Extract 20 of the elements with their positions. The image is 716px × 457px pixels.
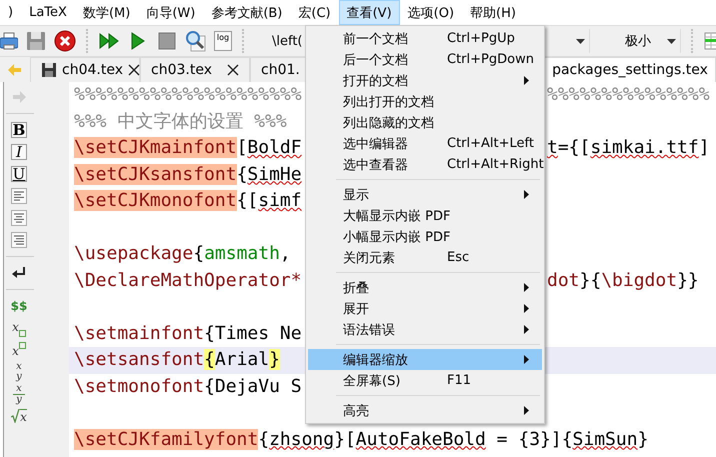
code-line: \setCJKmainfont[BoldF — [74, 137, 302, 158]
code-line: \setCJKfamilyfont{zhsong}[AutoFakeBold = {3}]{SimSun} — [74, 428, 648, 450]
code-line: %%%%%%%%%%%%%%% — [547, 83, 710, 107]
code-line: t={[simkai.ttf] — [547, 136, 710, 160]
code-line: \usepackage{amsmath, — [74, 243, 291, 264]
code-line: %%%%%%%%%%%%%%%%%%%%% — [74, 84, 302, 105]
code-line: \setCJKsansfont{SimHe — [74, 164, 302, 184]
code-line: dot}{\bigdot}} — [547, 268, 699, 292]
shortcut-text: Ctrl+Alt+Right — [447, 157, 544, 172]
code-line: \DeclareMathOperator* — [74, 270, 302, 290]
shortcut-text: Ctrl+Alt+Left — [447, 136, 534, 151]
code-line: \setsansfont{Arial} — [74, 349, 280, 370]
code-line: \setCJKmonofont{[simf — [74, 190, 302, 211]
code-line: %%% 中文字体的设置 %%% — [74, 110, 287, 132]
shortcut-text: Esc — [447, 250, 470, 265]
shortcut-text: Ctrl+PgUp — [447, 31, 516, 46]
shortcut-text: Ctrl+PgDown — [447, 52, 534, 67]
code-line: \setmonofont{DejaVu S — [74, 376, 302, 396]
shortcut-text: F11 — [447, 373, 472, 388]
code-line: \setmainfont{Times Ne — [74, 322, 302, 344]
